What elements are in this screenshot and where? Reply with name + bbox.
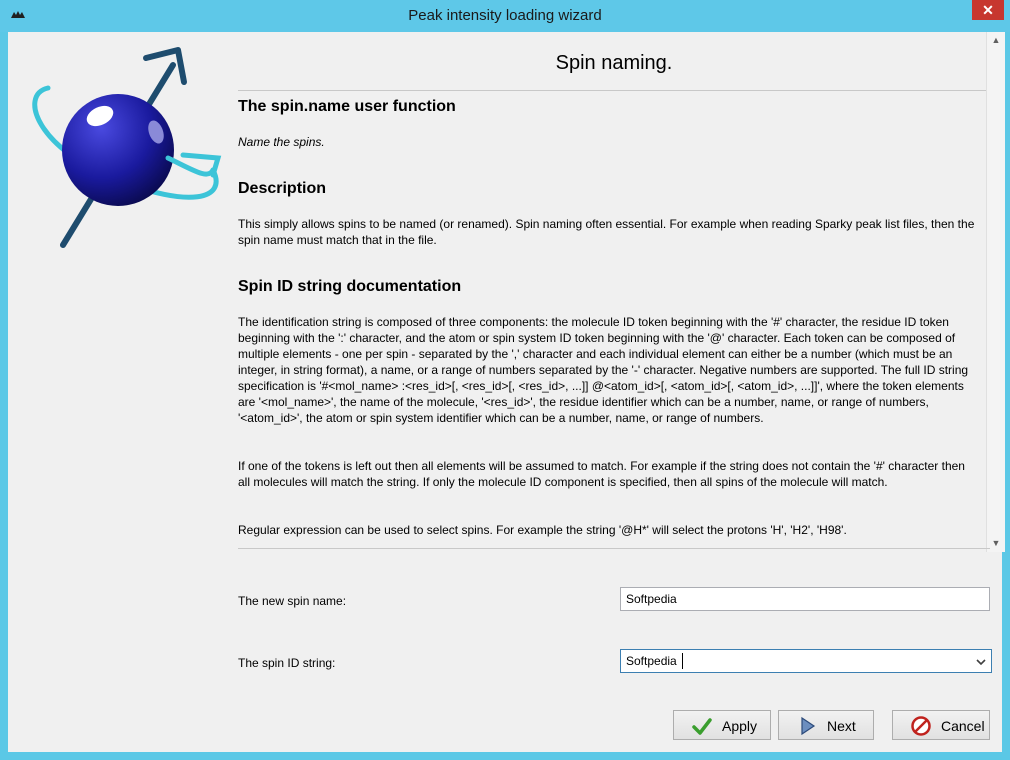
scroll-up-arrow-icon[interactable]: ▲ (987, 32, 1005, 49)
form-divider (238, 548, 990, 549)
next-button[interactable]: Next (778, 710, 874, 740)
documentation-scrollpane[interactable]: Spin naming. The spin.name user function… (230, 32, 1005, 552)
spin-id-value: Softpedia (626, 654, 677, 668)
section-heading-description: Description (238, 180, 327, 197)
next-button-label: Next (827, 718, 856, 734)
cancel-button[interactable]: Cancel (892, 710, 990, 740)
vertical-scrollbar[interactable]: ▲ ▼ (986, 32, 1005, 552)
checkmark-icon (692, 718, 712, 735)
apply-button[interactable]: Apply (673, 710, 771, 740)
section-text-user-function: Name the spins. (238, 135, 325, 149)
cancel-button-label: Cancel (941, 718, 985, 734)
client-area: Spin naming. The spin.name user function… (8, 32, 1005, 752)
new-spin-name-input[interactable]: Softpedia (620, 587, 990, 611)
chevron-down-icon[interactable] (974, 655, 988, 669)
text-caret (682, 653, 683, 669)
section-heading-spin-id: Spin ID string documentation (238, 278, 462, 295)
close-button[interactable]: ✕ (972, 0, 1004, 20)
page-title: Spin naming. (555, 52, 673, 74)
spin-id-combobox[interactable]: Softpedia (620, 649, 992, 673)
divider (238, 90, 990, 91)
wizard-window: Peak intensity loading wizard ✕ Spin nam… (0, 0, 1010, 760)
scroll-down-arrow-icon[interactable]: ▼ (987, 535, 1005, 552)
apply-button-label: Apply (722, 718, 758, 734)
title-bar[interactable]: Peak intensity loading wizard ✕ (0, 0, 1010, 32)
window-title: Peak intensity loading wizard (408, 7, 602, 24)
description-text: This simply allows spins to be named (or… (238, 217, 975, 247)
spin-sphere-logo-icon (32, 47, 222, 248)
section-heading-user-function: The spin.name user function (238, 98, 456, 115)
spin-id-paragraph-2: If one of the tokens is left out then al… (238, 459, 965, 489)
spin-id-paragraph-3: Regular expression can be used to select… (238, 523, 847, 537)
spin-id-label: The spin ID string: (238, 656, 336, 670)
new-spin-name-label: The new spin name: (238, 594, 347, 608)
cancel-icon (911, 716, 931, 736)
spin-id-paragraph-1: The identification string is composed of… (238, 315, 969, 425)
arrow-right-icon (801, 716, 816, 736)
